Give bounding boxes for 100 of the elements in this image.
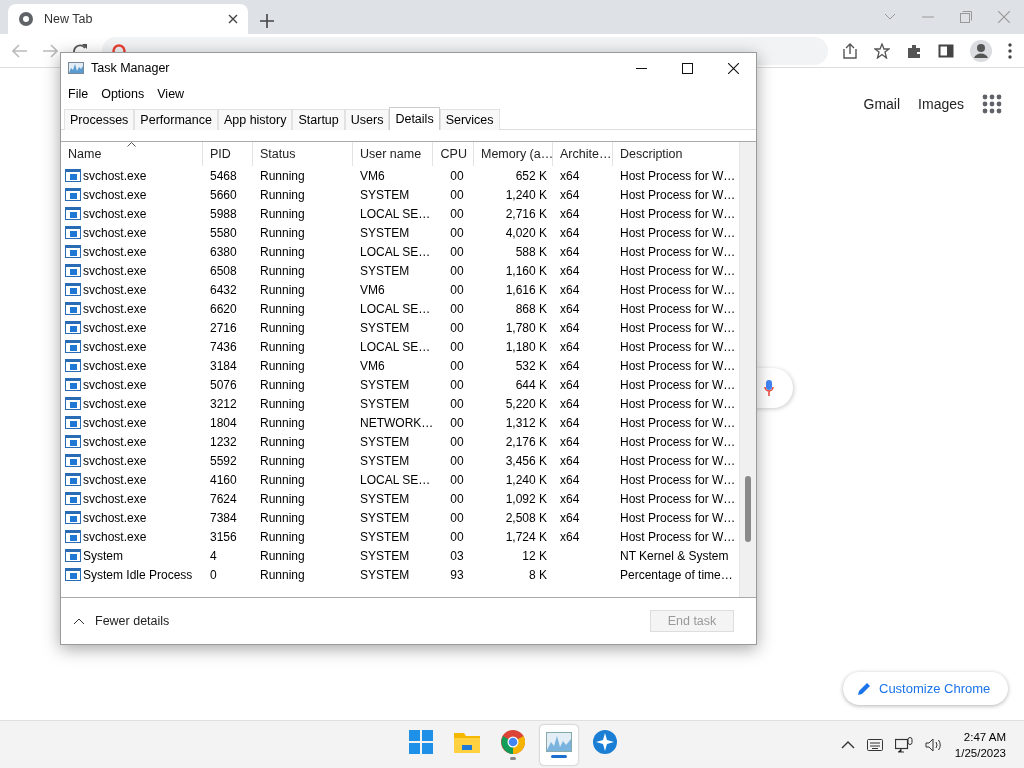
table-cell: svchost.exe [83,434,147,449]
table-cell-text: Running [259,281,306,299]
table-cell-text: 1,240 K [504,186,548,204]
menu-item[interactable]: File [68,87,89,101]
table-cell-text: 00 [449,167,465,185]
table-cell-text: x64 [559,300,581,318]
table-cell-text: 6508 [209,262,238,280]
table-cell-text: 1,724 K [504,528,548,546]
table-cell-text: LOCAL SE… [359,471,432,489]
clock-date[interactable]: 1/25/2023 [954,744,1006,761]
process-icon [65,473,81,486]
table-cell-text: SYSTEM [359,490,411,508]
table-cell-text: x64 [559,186,581,204]
puzzle-icon[interactable] [906,42,922,59]
column-header[interactable]: Status [260,147,296,161]
close-icon[interactable] [228,14,238,24]
process-icon [65,302,81,315]
menu-item[interactable]: Options [101,87,145,101]
avatar-icon[interactable] [970,39,992,62]
column-header[interactable]: Archite… [560,147,612,161]
column-header[interactable]: User name [360,147,422,161]
process-icon [65,568,81,581]
column-header[interactable]: PID [210,147,231,161]
link[interactable]: Gmail [863,96,901,112]
tab[interactable]: Details [389,107,440,130]
keyboard-icon[interactable] [866,738,883,751]
menu-item[interactable]: View [157,87,185,101]
browser-tab[interactable]: New Tab [8,4,248,34]
table-cell-text: SYSTEM [359,395,411,413]
column-header[interactable]: Name [68,147,102,161]
table-cell-text: 00 [449,224,465,242]
chevron-up-icon[interactable] [840,740,855,749]
process-icon [65,511,81,524]
close-icon[interactable] [727,62,739,74]
column-header[interactable]: Memory (a… [481,147,554,161]
side-panel-icon[interactable] [938,42,954,59]
table-cell-text: 00 [449,243,465,261]
table-cell: System [83,548,123,563]
network-icon[interactable] [894,736,913,753]
table-cell-text: Percentage of time… [619,566,734,584]
table-cell-text: x64 [559,243,581,261]
table-cell-text: Host Process for W… [619,357,737,375]
tab[interactable]: Users [344,109,390,130]
scrollbar[interactable] [739,142,756,597]
fewer-details-button[interactable]: Fewer details [73,614,170,628]
table-cell-text: 00 [449,433,465,451]
microphone-icon[interactable] [764,380,774,396]
table-cell-text: Host Process for W… [619,338,737,356]
table-cell-text: Running [259,205,306,223]
process-icon [65,340,81,353]
table-cell: svchost.exe [83,282,147,297]
apps-grid-icon[interactable] [982,94,1002,114]
table-cell-text: LOCAL SE… [359,300,432,318]
table-cell-text: 7436 [209,338,238,356]
table-cell-text: 00 [449,414,465,432]
table-cell-text: 1,240 K [504,471,548,489]
table-cell-text: Running [259,395,306,413]
table-cell-text: 00 [449,452,465,470]
table-cell-text: 6380 [209,243,238,261]
tab[interactable]: Processes [64,109,135,130]
table-cell-text: Running [259,509,306,527]
link[interactable]: Images [918,96,964,112]
table-cell-text: SYSTEM [359,528,411,546]
scrollbar-thumb[interactable] [745,476,751,542]
table-cell-text: VM6 [359,357,386,375]
share-icon[interactable] [842,42,858,59]
table-cell-text: 868 K [514,300,548,318]
table-cell-text: 00 [449,300,465,318]
table-cell-text: Host Process for W… [619,186,737,204]
taskbar-app-button[interactable] [540,724,578,765]
table-cell-text: VM6 [359,281,386,299]
process-icon [65,530,81,543]
column-header[interactable]: Description [620,147,683,161]
table-cell-text: 644 K [514,376,548,394]
clock-time[interactable]: 2:47 AM [954,728,1006,745]
volume-icon[interactable] [924,737,943,752]
column-header[interactable]: CPU [440,147,467,161]
plus-icon[interactable] [260,14,274,28]
star-icon[interactable] [874,42,890,59]
tab[interactable]: Performance [134,109,218,130]
customize-chrome-button[interactable]: Customize Chrome [843,672,1008,705]
tab[interactable]: Startup [292,109,345,130]
table-cell-text: 2,508 K [504,509,548,527]
process-icon [65,359,81,372]
window-title: Task Manager [91,61,170,75]
table-cell-text: 4,020 K [504,224,548,242]
table-cell-text: Host Process for W… [619,281,737,299]
process-icon [65,245,81,258]
table-cell-text: 5468 [209,167,238,185]
tab[interactable]: App history [217,109,293,130]
more-options-icon[interactable] [1008,42,1012,59]
table-cell: svchost.exe [83,225,147,240]
table-cell-text: 0 [209,566,218,584]
table-cell-text: Host Process for W… [619,319,737,337]
tab[interactable]: Services [439,109,500,130]
table-cell-text: SYSTEM [359,224,411,242]
maximize-icon[interactable] [681,62,693,74]
table-cell: svchost.exe [83,377,147,392]
table-cell-text: 6432 [209,281,238,299]
table-cell-text: Running [259,490,306,508]
